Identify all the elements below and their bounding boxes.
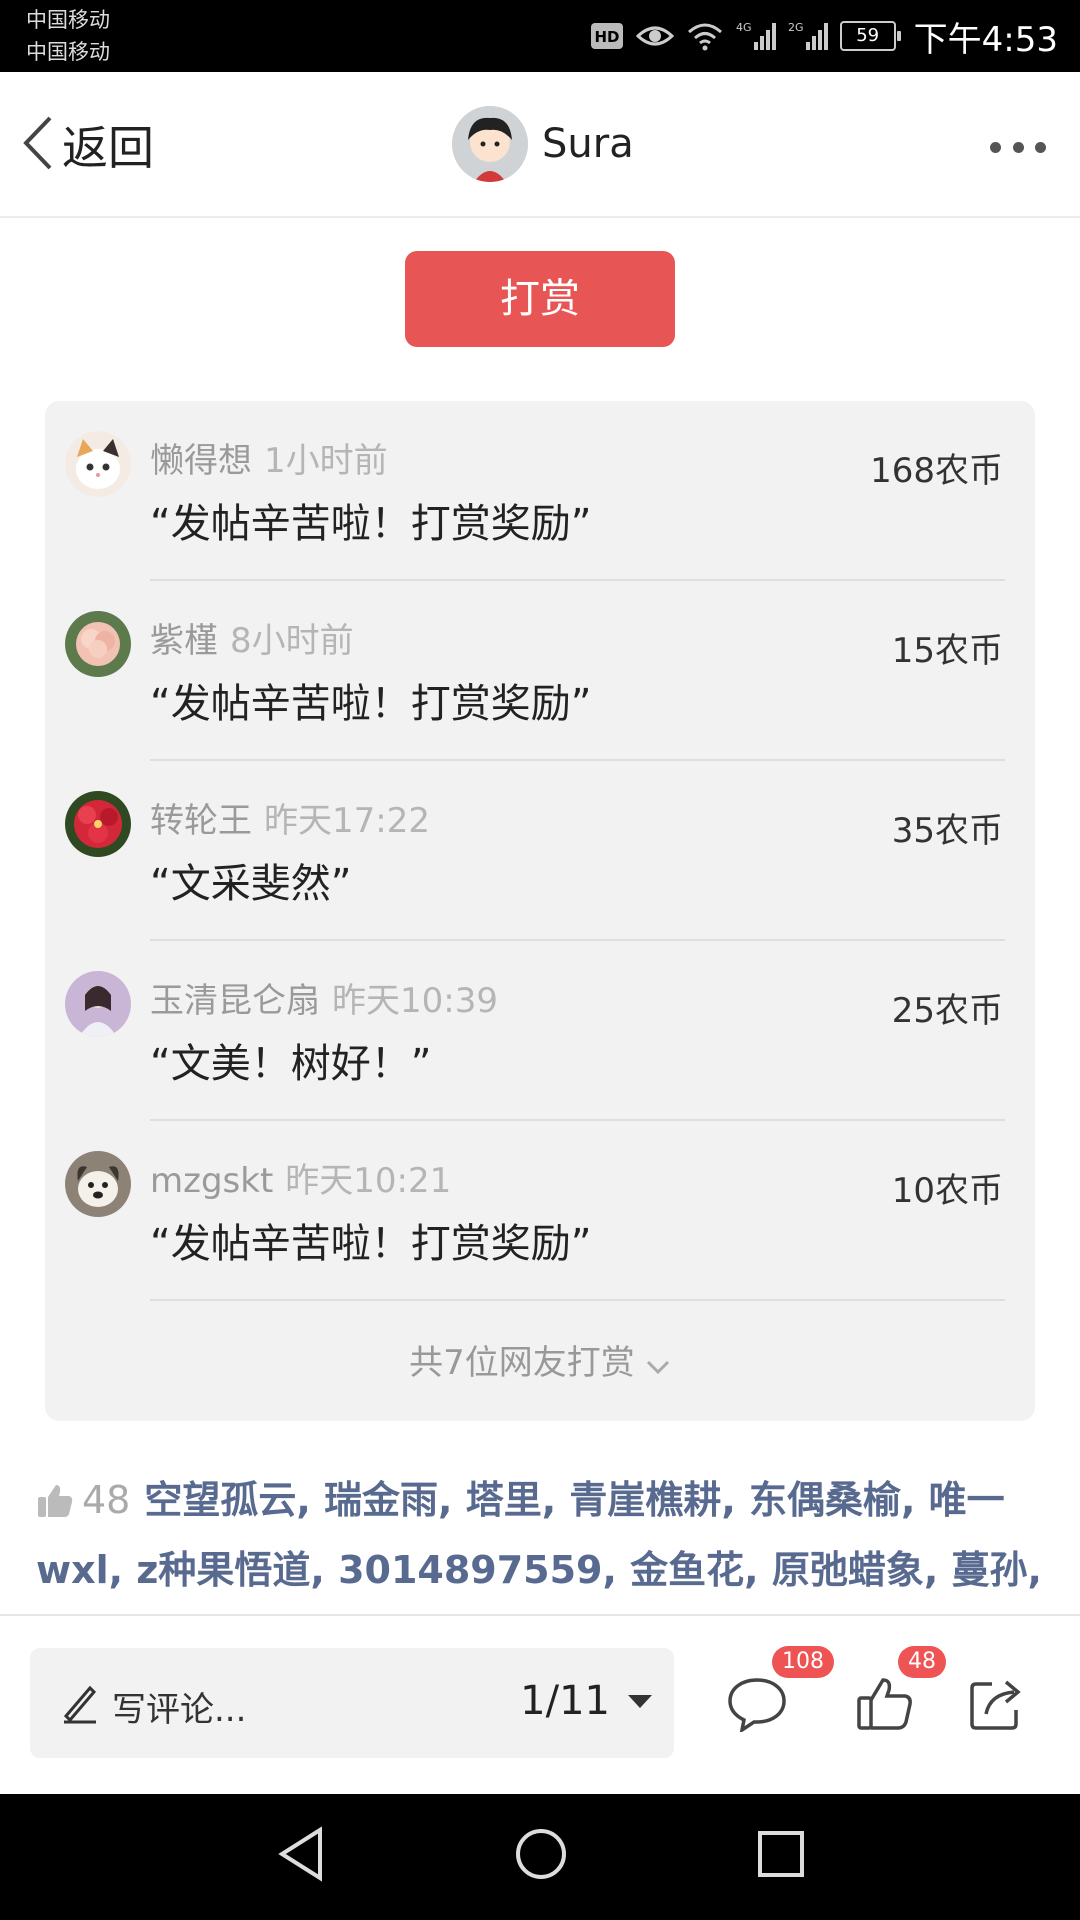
reward-item: mzgskt 昨天10:21 “发帖辛苦啦！打赏奖励” 10农币 (45, 1121, 1035, 1301)
reward-user: 转轮王 昨天17:22 (150, 793, 430, 842)
user-name[interactable]: 玉清昆仑扇 (150, 981, 320, 1021)
user-name[interactable]: 懒得想 (150, 441, 252, 481)
net-1-label: 4G (736, 21, 752, 34)
comment-placeholder: 写评论... (112, 1690, 247, 1730)
reward-user: 紫槿 8小时前 (150, 613, 354, 662)
red-flower-avatar[interactable] (65, 791, 131, 857)
portrait-avatar[interactable] (65, 971, 131, 1037)
reward-time: 8小时前 (230, 621, 354, 661)
back-label: 返回 (62, 121, 154, 175)
cat-avatar[interactable] (65, 431, 131, 497)
divider (150, 1299, 1005, 1301)
reward-list: 懒得想 1小时前 “发帖辛苦啦！打赏奖励” 168农币 紫槿 8小时前 “发帖辛苦啦… (45, 401, 1035, 1421)
expand-rewards-button[interactable]: 共7位网友打赏 (45, 1335, 1035, 1385)
thumbs-up-icon (36, 1474, 74, 1538)
status-bar: 中国移动 中国移动 HD 4G 2G 59 下午4:53 (0, 0, 1080, 72)
reward-message: “发帖辛苦啦！打赏奖励” (150, 1221, 592, 1267)
hd-label: HD (594, 28, 619, 46)
likes-count: 48 (82, 1478, 131, 1522)
reward-item: 懒得想 1小时前 “发帖辛苦啦！打赏奖励” 168农币 (45, 401, 1035, 581)
reward-message: “文美！树好！” (150, 1041, 432, 1087)
reward-amount: 168农币 (870, 451, 1003, 491)
wifi-icon (686, 21, 724, 51)
reward-time: 1小时前 (264, 441, 388, 481)
author-name: Sura (542, 121, 634, 167)
carrier-label-1: 中国移动 (26, 8, 110, 32)
reward-item: 紫槿 8小时前 “发帖辛苦啦！打赏奖励” 15农币 (45, 581, 1035, 761)
battery-indicator: 59 (839, 21, 901, 51)
reward-amount: 35农币 (891, 811, 1003, 851)
share-button[interactable] (968, 1676, 1026, 1736)
user-name[interactable]: 转轮王 (150, 801, 252, 841)
reward-time: 昨天10:39 (332, 981, 498, 1021)
reward-user: 懒得想 1小时前 (150, 433, 388, 482)
nav-recents-icon[interactable] (756, 1826, 806, 1886)
carrier-label-2: 中国移动 (26, 40, 110, 64)
dot (990, 141, 1001, 153)
nav-home-icon[interactable] (514, 1826, 568, 1886)
flower-avatar[interactable] (65, 611, 131, 677)
top-nav-bar: 返回 Sura (0, 72, 1080, 218)
reward-user: mzgskt 昨天10:21 (150, 1153, 451, 1202)
user-name[interactable]: 紫槿 (150, 621, 218, 661)
dot (1035, 141, 1046, 153)
likes-badge: 48 (898, 1646, 946, 1678)
signal-2g-icon: 2G (788, 20, 828, 52)
page-selector[interactable]: 1/11 (520, 1678, 652, 1724)
more-options-icon[interactable] (990, 132, 1046, 162)
likes-list: 48 空望孤云, 瑞金雨, 塔里, 青崖樵耕, 东偶桑榆, 唯一wxl, z种果悟… (36, 1468, 1046, 1613)
reward-button[interactable]: 打赏 (405, 251, 675, 347)
reward-item: 玉清昆仑扇 昨天10:39 “文美！树好！” 25农币 (45, 941, 1035, 1121)
bottom-action-bar: 写评论... 1/11 108 48 (0, 1614, 1080, 1796)
like-button[interactable]: 48 (856, 1646, 946, 1736)
author-info[interactable]: Sura (452, 106, 634, 182)
expand-rewards-label: 共7位网友打赏 (409, 1343, 635, 1383)
reward-message: “发帖辛苦啦！打赏奖励” (150, 501, 592, 547)
reward-time: 昨天17:22 (264, 801, 430, 841)
comments-badge: 108 (772, 1646, 834, 1678)
comments-button[interactable]: 108 (726, 1646, 834, 1736)
reward-item: 转轮王 昨天17:22 “文采斐然” 35农币 (45, 761, 1035, 941)
dot (1012, 141, 1024, 153)
chevron-left-icon (20, 114, 54, 176)
reward-amount: 25农币 (891, 991, 1003, 1031)
back-button[interactable]: 返回 (20, 110, 154, 180)
net-2-label: 2G (788, 21, 804, 34)
likers-names[interactable]: 空望孤云, 瑞金雨, 塔里, 青崖樵耕, 东偶桑榆, 唯一wxl, z种果悟道,… (36, 1478, 1042, 1613)
reward-message: “发帖辛苦啦！打赏奖励” (150, 681, 592, 727)
chevron-down-icon (645, 1345, 671, 1385)
reward-time: 昨天10:21 (285, 1161, 452, 1201)
status-icons: HD 4G 2G 59 下午4:53 (590, 14, 1058, 60)
dog-avatar[interactable] (65, 1151, 131, 1217)
hd-icon: HD (590, 22, 624, 50)
pencil-icon (60, 1682, 100, 1728)
system-navigation-bar (0, 1794, 1080, 1920)
reward-amount: 10农币 (891, 1171, 1003, 1211)
page-indicator: 1/11 (520, 1678, 610, 1724)
reward-user: 玉清昆仑扇 昨天10:39 (150, 973, 498, 1022)
signal-4g-icon: 4G (736, 20, 776, 52)
author-avatar[interactable] (452, 106, 528, 182)
dropdown-arrow-icon (628, 1694, 652, 1708)
reward-amount: 15农币 (891, 631, 1003, 671)
reward-message: “文采斐然” (150, 861, 352, 907)
user-name[interactable]: mzgskt (150, 1161, 273, 1201)
comment-input[interactable]: 写评论... 1/11 (30, 1648, 674, 1758)
nav-back-icon[interactable] (276, 1826, 326, 1886)
clock: 下午4:53 (913, 19, 1058, 60)
eye-icon (635, 22, 674, 50)
